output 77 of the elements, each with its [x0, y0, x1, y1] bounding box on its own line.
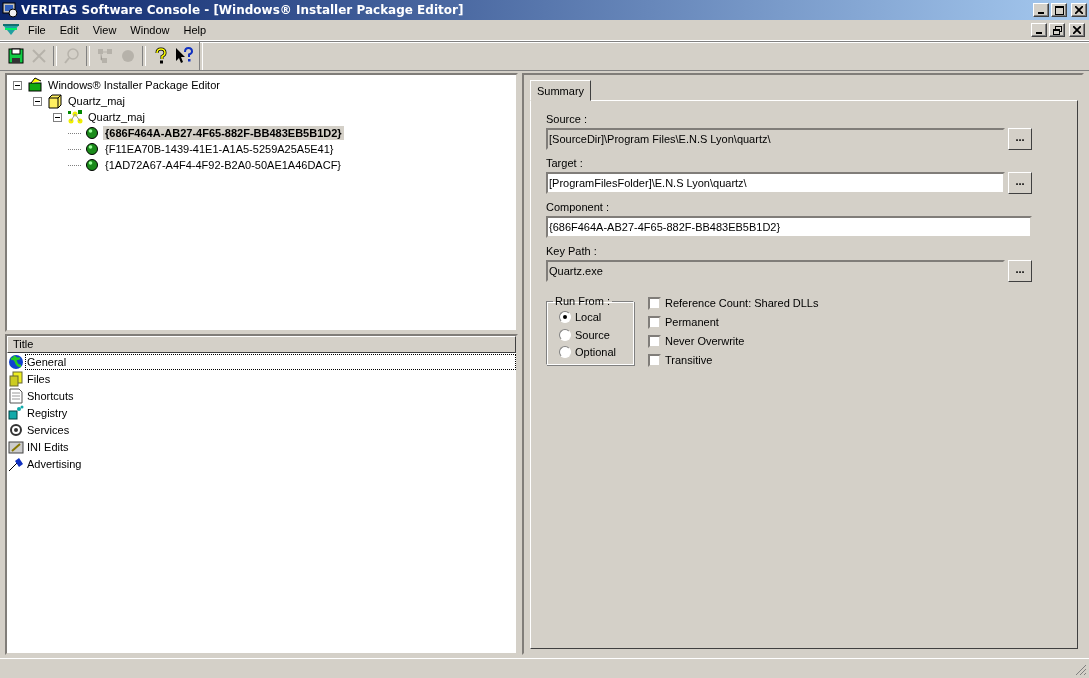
radio-button[interactable]	[559, 346, 571, 359]
checkbox-label: Transitive	[665, 354, 713, 366]
radio-label: Local	[575, 310, 602, 323]
text-field[interactable]: [ProgramFilesFolder]\E.N.S Lyon\quartz\	[546, 172, 1005, 194]
tree-item[interactable]: {1AD72A67-A4F4-4F92-B2A0-50AE1A46DACF}	[103, 158, 344, 172]
radio-button[interactable]	[559, 328, 571, 341]
tab[interactable]: Summary	[530, 80, 592, 101]
field-label: Key Path :	[546, 245, 598, 258]
tree-item[interactable]: Quartz_maj	[86, 110, 147, 124]
minimize-button[interactable]	[1031, 23, 1047, 37]
field-label: Component :	[546, 201, 610, 214]
menu-item[interactable]: File	[22, 22, 52, 38]
pointer-question-icon	[174, 47, 193, 65]
window-title: VERITAS Software Console - [Windows® Installer Package Editor]	[21, 3, 465, 17]
save-icon	[6, 47, 25, 65]
close-button[interactable]	[1069, 23, 1085, 37]
collapse-toggle[interactable]	[53, 112, 62, 122]
tree-item[interactable]: Quartz_maj	[66, 94, 127, 108]
list-item[interactable]: Services	[25, 421, 516, 438]
restore-button[interactable]	[1049, 23, 1065, 37]
list-item[interactable]: Files	[25, 370, 516, 387]
menu-item[interactable]: Edit	[53, 22, 85, 38]
ball-icon	[84, 125, 100, 141]
tree-item[interactable]: Windows® Installer Package Editor	[46, 78, 222, 92]
collapse-toggle[interactable]	[33, 96, 42, 106]
list-item[interactable]: Shortcuts	[25, 387, 516, 404]
notepad-icon	[8, 438, 24, 455]
maximize-button[interactable]	[1051, 3, 1067, 17]
resize-grip-icon[interactable]	[1075, 664, 1087, 676]
checkbox[interactable]	[648, 296, 661, 310]
maximize-icon	[1054, 5, 1064, 15]
checkbox-label: Permanent	[665, 316, 719, 328]
collapse-toggle[interactable]	[13, 80, 22, 90]
magnifier-icon	[62, 47, 81, 65]
list-item[interactable]: Advertising	[25, 455, 516, 472]
nodes-icon	[95, 47, 114, 65]
close-icon	[1073, 26, 1081, 34]
minimize-button[interactable]	[1033, 3, 1049, 17]
document-icon	[8, 387, 24, 404]
close-icon	[1075, 6, 1083, 14]
column-header[interactable]: Title	[7, 336, 516, 353]
menu-item[interactable]: Help	[177, 22, 213, 38]
checkbox[interactable]	[648, 315, 661, 329]
tree-item[interactable]: {686F464A-AB27-4F65-882F-BB483EB5B1D2}	[103, 126, 344, 140]
menu-item[interactable]: Window	[124, 22, 176, 38]
list-item[interactable]: Registry	[25, 404, 516, 421]
browse-button[interactable]: ...	[1008, 172, 1032, 194]
nodes-icon	[67, 109, 83, 125]
checkbox-label: Never Overwrite	[665, 335, 745, 347]
cubes-icon	[8, 404, 24, 421]
radio-label: Source	[575, 328, 610, 341]
checkbox[interactable]	[648, 353, 661, 367]
radio-label: Optional	[575, 346, 616, 359]
gear-icon	[8, 421, 24, 438]
text-field[interactable]: {686F464A-AB27-4F65-882F-BB483EB5B1D2}	[546, 216, 1032, 238]
globe-icon	[8, 353, 24, 370]
field-label: Source :	[546, 113, 588, 126]
flag-icon	[8, 455, 24, 472]
close-button[interactable]	[1071, 3, 1087, 17]
files-icon	[8, 370, 24, 387]
menu-item[interactable]: View	[86, 22, 123, 38]
checkbox[interactable]	[648, 334, 661, 348]
radio-button[interactable]	[559, 310, 571, 323]
app-icon	[2, 2, 18, 18]
tree-item[interactable]: {F11EA70B-1439-41E1-A1A5-5259A25A5E41}	[103, 142, 336, 156]
ball-icon	[84, 141, 100, 157]
list-item[interactable]: INI Edits	[25, 438, 516, 455]
box-icon	[47, 93, 63, 109]
group-title: Run From :	[554, 295, 611, 307]
list-item[interactable]: General	[25, 353, 516, 370]
checkbox-label: Reference Count: Shared DLLs	[665, 297, 819, 309]
package-icon	[27, 77, 43, 93]
field-label: Target :	[546, 157, 584, 170]
delete-icon	[29, 47, 48, 65]
ball-icon	[84, 157, 100, 173]
app-menu-icon[interactable]	[2, 23, 20, 37]
restore-icon	[1052, 25, 1062, 35]
